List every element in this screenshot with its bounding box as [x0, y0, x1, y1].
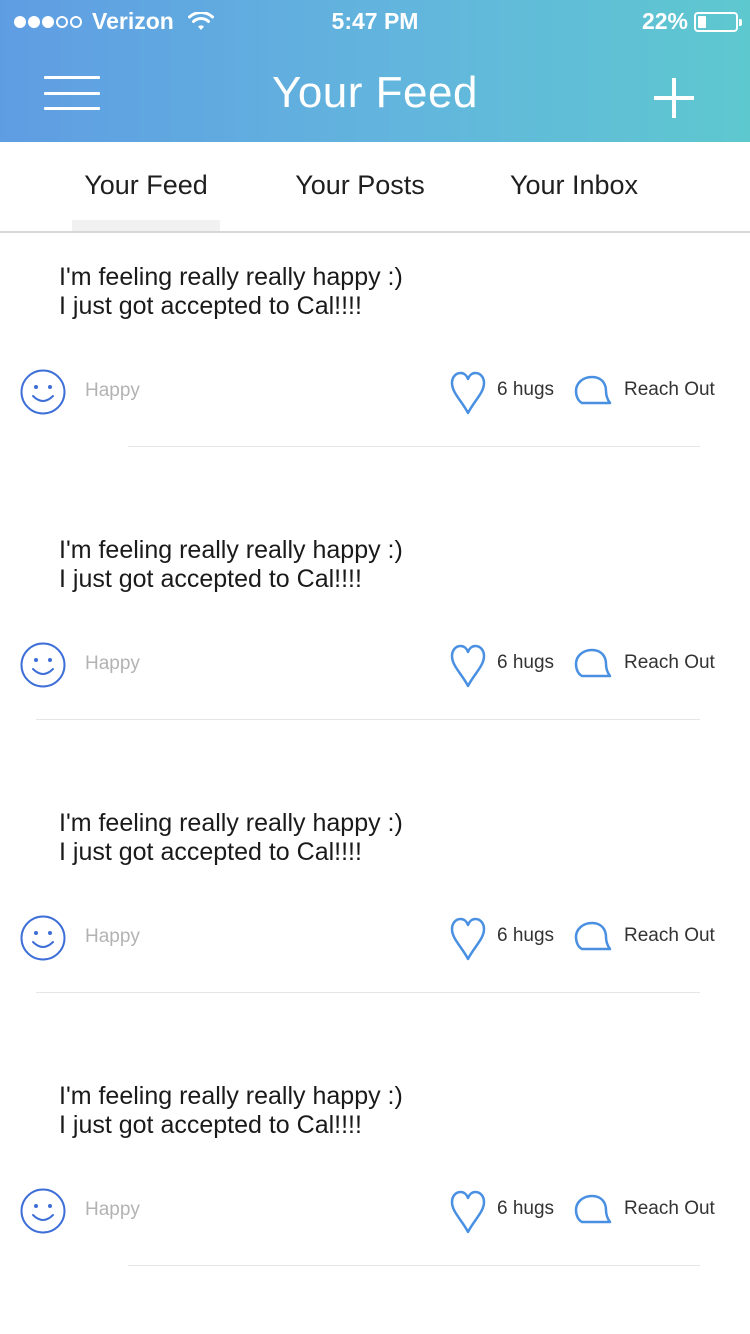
mood-label: Happy [85, 926, 140, 947]
post-text: I'm feeling really really happy :) I jus… [59, 809, 403, 866]
post-text: I'm feeling really really happy :) I jus… [59, 263, 403, 320]
tab-your-inbox[interactable]: Your Inbox [498, 170, 650, 201]
hug-count: 6 hugs [497, 652, 555, 673]
post-divider [36, 992, 700, 993]
reach-out-button[interactable]: Reach Out [624, 379, 715, 401]
speech-bubble-icon[interactable] [572, 919, 612, 955]
smiley-face-icon [20, 1188, 66, 1234]
post-divider [128, 446, 700, 447]
feed-post: I'm feeling really really happy :) I jus… [0, 233, 750, 506]
mood-label: Happy [85, 1199, 140, 1220]
heart-icon[interactable] [450, 371, 486, 415]
post-text: I'm feeling really really happy :) I jus… [59, 1082, 403, 1139]
battery-percent: 22% [641, 8, 688, 34]
tab-bar: Your Feed Your Posts Your Inbox [0, 142, 750, 233]
page-title: Your Feed [272, 68, 478, 117]
mood-label: Happy [85, 380, 140, 401]
heart-icon[interactable] [450, 917, 486, 961]
tab-your-posts[interactable]: Your Posts [283, 170, 437, 201]
app-header: Verizon 5:47 PM 22% Your Feed [0, 0, 750, 142]
post-divider [36, 719, 700, 720]
post-text: I'm feeling really really happy :) I jus… [59, 536, 403, 593]
feed-post: I'm feeling really really happy :) I jus… [0, 1052, 750, 1325]
hug-count: 6 hugs [497, 379, 555, 400]
battery-icon [694, 11, 742, 32]
smiley-face-icon [20, 642, 66, 688]
mood-label: Happy [85, 653, 140, 674]
tab-selected-indicator [72, 220, 220, 231]
nav-bar: Your Feed [0, 42, 750, 142]
speech-bubble-icon[interactable] [572, 646, 612, 682]
feed-post: I'm feeling really really happy :) I jus… [0, 779, 750, 1052]
post-divider [128, 1265, 700, 1266]
hug-count: 6 hugs [497, 1198, 555, 1219]
battery-fill [698, 15, 706, 28]
reach-out-button[interactable]: Reach Out [624, 652, 715, 674]
speech-bubble-icon[interactable] [572, 1192, 612, 1228]
status-bar: Verizon 5:47 PM 22% [0, 0, 750, 42]
smiley-face-icon [20, 369, 66, 415]
hug-count: 6 hugs [497, 925, 555, 946]
speech-bubble-icon[interactable] [572, 373, 612, 409]
reach-out-button[interactable]: Reach Out [624, 925, 715, 947]
battery-status: 22% [641, 8, 742, 35]
reach-out-button[interactable]: Reach Out [624, 1198, 715, 1220]
tab-your-feed[interactable]: Your Feed [72, 170, 220, 201]
heart-icon[interactable] [450, 1190, 486, 1234]
smiley-face-icon [20, 915, 66, 961]
add-post-plus-icon[interactable] [654, 78, 694, 118]
status-time: 5:47 PM [331, 8, 419, 34]
feed-post: I'm feeling really really happy :) I jus… [0, 506, 750, 779]
heart-icon[interactable] [450, 644, 486, 688]
